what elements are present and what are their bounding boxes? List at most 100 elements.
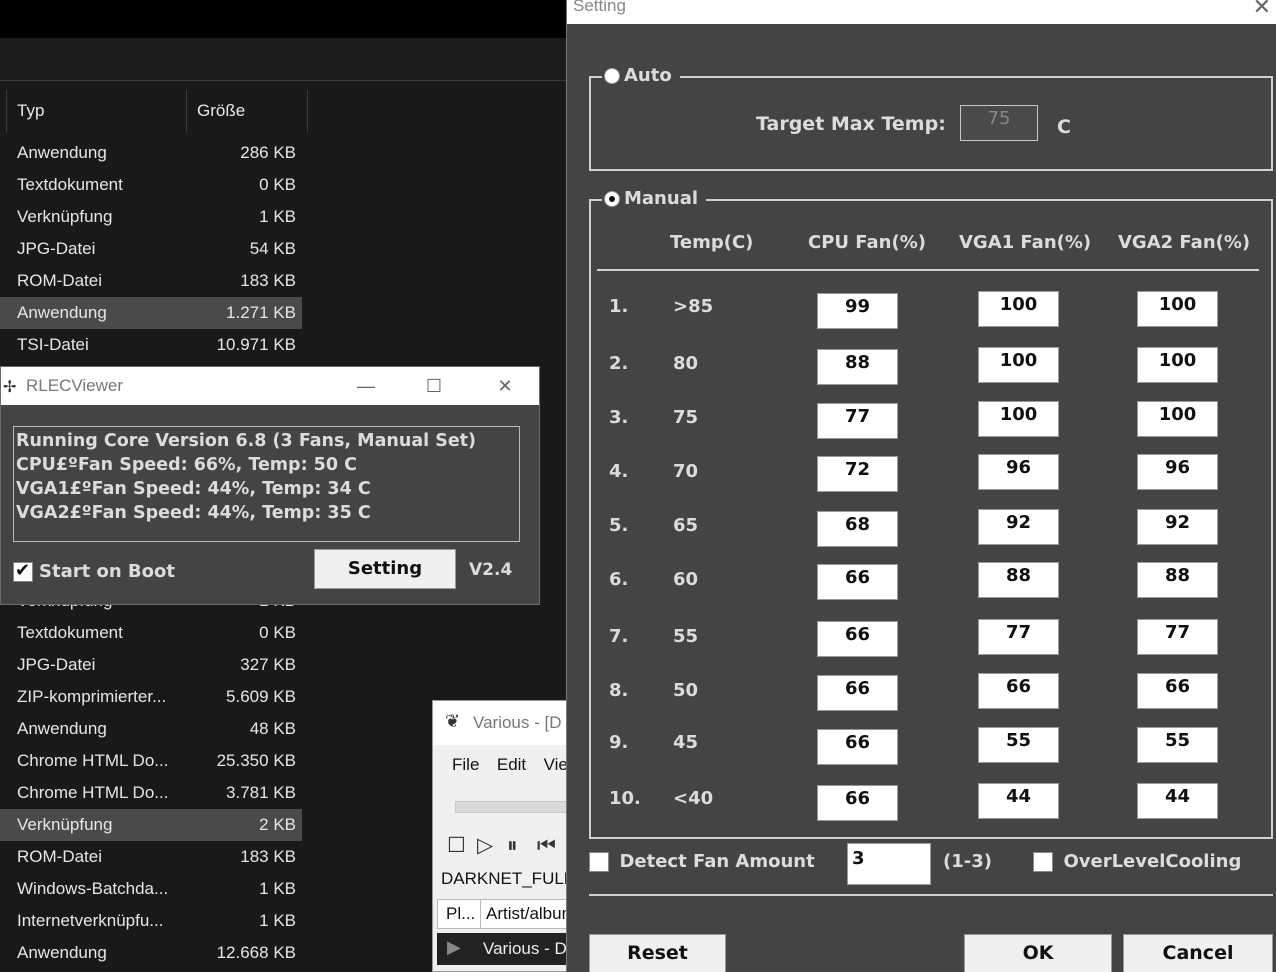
file-row[interactable]: ZIP-komprimierter... 5.609 KB: [0, 681, 302, 713]
minimize-icon[interactable]: —: [343, 367, 389, 405]
column-separator[interactable]: [307, 90, 308, 132]
ok-button[interactable]: OK: [964, 934, 1112, 972]
cpu-fan-input[interactable]: 66: [817, 785, 898, 821]
cpu-fan-input[interactable]: 72: [817, 456, 898, 492]
previous-icon[interactable]: ⏮: [537, 834, 567, 858]
row-temperature: 80: [673, 353, 699, 374]
vga1-fan-input[interactable]: 66: [978, 673, 1059, 709]
cpu-fan-input[interactable]: 99: [817, 293, 898, 329]
vga2-fan-input[interactable]: 55: [1137, 727, 1218, 763]
cpu-fan-input[interactable]: 77: [817, 403, 898, 439]
vga1-fan-input[interactable]: 44: [978, 783, 1059, 819]
close-icon[interactable]: ✕: [1253, 0, 1271, 20]
menu-view[interactable]: View: [544, 749, 567, 781]
setting-title-bar[interactable]: Setting ✕: [567, 0, 1276, 24]
target-max-temp-input[interactable]: 75: [960, 105, 1038, 141]
start-on-boot-checkbox[interactable]: [13, 560, 33, 582]
manual-option[interactable]: Manual: [602, 188, 707, 212]
row-number: 5.: [609, 515, 629, 536]
stop-icon[interactable]: ☐: [447, 833, 477, 858]
cpu-fan-input[interactable]: 66: [817, 729, 898, 765]
column-separator[interactable]: [186, 90, 187, 132]
file-row[interactable]: Textdokument 0 KB: [0, 169, 302, 201]
file-size: 1 KB: [259, 911, 296, 930]
start-on-boot-option[interactable]: Start on Boot: [13, 560, 175, 583]
overlevel-cooling-checkbox[interactable]: [1033, 851, 1053, 872]
vga1-fan-input[interactable]: 77: [978, 619, 1059, 655]
file-size: 25.350 KB: [216, 751, 296, 770]
file-row[interactable]: JPG-Datei 327 KB: [0, 649, 302, 681]
vga1-fan-input[interactable]: 100: [978, 347, 1059, 383]
explorer-toolbar: [0, 38, 568, 80]
pause-icon[interactable]: ⏸: [507, 834, 537, 858]
rlecviewer-title-bar[interactable]: ✢ RLECViewer — ☐ ✕: [1, 367, 539, 405]
column-header-type[interactable]: Typ: [17, 90, 44, 132]
vga1-fan-input[interactable]: 100: [978, 401, 1059, 437]
file-row[interactable]: Chrome HTML Do... 3.781 KB: [0, 777, 302, 809]
vga1-fan-input[interactable]: 88: [978, 562, 1059, 598]
vga2-fan-input[interactable]: 66: [1137, 673, 1218, 709]
vga1-fan-input[interactable]: 55: [978, 727, 1059, 763]
detect-fan-amount-checkbox[interactable]: [589, 851, 609, 872]
file-type: TSI-Datei: [17, 335, 89, 354]
vga2-fan-input[interactable]: 44: [1137, 783, 1218, 819]
cancel-button[interactable]: Cancel: [1123, 934, 1273, 972]
vga1-fan-input[interactable]: 92: [978, 509, 1059, 545]
auto-radio[interactable]: [604, 67, 620, 84]
file-row[interactable]: Anwendung 1.271 KB: [0, 297, 302, 329]
target-max-temp-label: Target Max Temp:: [756, 113, 946, 135]
vga2-fan-input[interactable]: 100: [1137, 291, 1218, 327]
file-row[interactable]: Windows-Batchda... 1 KB: [0, 873, 302, 905]
player-menu-bar: File Edit View: [433, 749, 567, 781]
vga1-fan-input[interactable]: 96: [978, 454, 1059, 490]
track-artist: Various - D: [483, 939, 567, 958]
close-icon[interactable]: ✕: [482, 367, 528, 405]
cpu-fan-input[interactable]: 88: [817, 349, 898, 385]
file-row[interactable]: Textdokument 0 KB: [0, 617, 302, 649]
fan-amount-input[interactable]: 3: [847, 843, 931, 885]
column-separator[interactable]: [6, 90, 7, 132]
cpu-fan-input[interactable]: 68: [817, 511, 898, 547]
file-row[interactable]: Verknüpfung 1 KB: [0, 201, 302, 233]
column-playing[interactable]: Pl...: [446, 900, 475, 928]
column-artist-album[interactable]: Artist/album: [480, 900, 567, 928]
file-row[interactable]: Anwendung 286 KB: [0, 137, 302, 169]
vga2-fan-input[interactable]: 96: [1137, 454, 1218, 490]
file-row[interactable]: Anwendung 48 KB: [0, 713, 302, 745]
fan-amount-range: (1-3): [943, 851, 992, 872]
file-row[interactable]: TSI-Datei 10.971 KB: [0, 329, 302, 361]
file-row[interactable]: Internetverknüpfu... 1 KB: [0, 905, 302, 937]
vga2-fan-input[interactable]: 77: [1137, 619, 1218, 655]
player-title-bar[interactable]: ❦ Various - [D: [433, 701, 567, 745]
menu-edit[interactable]: Edit: [497, 749, 526, 781]
player-title: Various - [D: [473, 713, 562, 732]
status-line: CPU£ºFan Speed: 66%, Temp: 50 C: [16, 455, 357, 475]
play-icon[interactable]: ▷: [477, 833, 507, 858]
detect-fan-amount-option[interactable]: Detect Fan Amount: [589, 851, 815, 872]
manual-radio[interactable]: [604, 190, 620, 207]
cpu-fan-input[interactable]: 66: [817, 564, 898, 600]
playlist-row[interactable]: ▶ Various - D: [437, 933, 567, 965]
seek-bar[interactable]: [455, 801, 567, 813]
file-type: ROM-Datei: [17, 271, 103, 290]
reset-button[interactable]: Reset: [589, 934, 726, 972]
file-row[interactable]: ROM-Datei 183 KB: [0, 841, 302, 873]
file-row[interactable]: JPG-Datei 54 KB: [0, 233, 302, 265]
cpu-fan-input[interactable]: 66: [817, 675, 898, 711]
setting-button[interactable]: Setting: [314, 549, 456, 589]
file-row[interactable]: Anwendung 12.668 KB: [0, 937, 302, 969]
menu-file[interactable]: File: [452, 749, 479, 781]
vga2-fan-input[interactable]: 92: [1137, 509, 1218, 545]
file-row[interactable]: ROM-Datei 183 KB: [0, 265, 302, 297]
vga1-fan-input[interactable]: 100: [978, 291, 1059, 327]
maximize-icon: ☐: [425, 376, 443, 396]
overlevel-cooling-option[interactable]: OverLevelCooling: [1033, 851, 1241, 872]
vga2-fan-input[interactable]: 100: [1137, 401, 1218, 437]
vga2-fan-input[interactable]: 100: [1137, 347, 1218, 383]
file-row[interactable]: Chrome HTML Do... 25.350 KB: [0, 745, 302, 777]
cpu-fan-input[interactable]: 66: [817, 621, 898, 657]
column-header-size[interactable]: Größe: [197, 90, 245, 132]
file-row[interactable]: Verknüpfung 2 KB: [0, 809, 302, 841]
vga2-fan-input[interactable]: 88: [1137, 562, 1218, 598]
auto-option[interactable]: Auto: [602, 65, 680, 89]
